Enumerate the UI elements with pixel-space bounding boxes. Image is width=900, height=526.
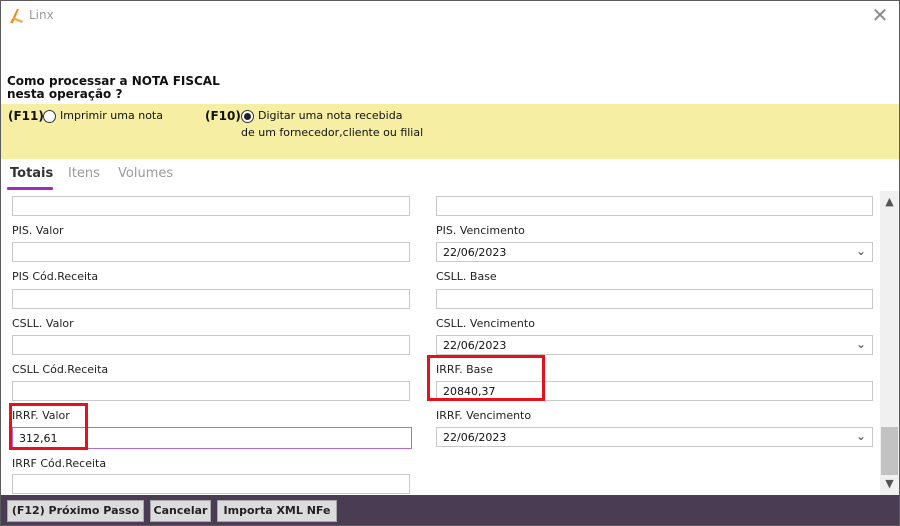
chevron-down-icon: ⌄ (855, 337, 866, 351)
import-xml-button[interactable]: Importa XML NFe (217, 500, 337, 522)
receive-option-key: (F10) (205, 109, 241, 123)
scroll-up-icon[interactable]: ▲ (880, 195, 899, 211)
top-right-field[interactable] (436, 196, 873, 216)
pis-valor-label: PIS. Valor (12, 224, 64, 237)
title-bar: Linx ✕ (1, 1, 899, 31)
window-title: Linx (29, 8, 54, 22)
csll-base-label: CSLL. Base (436, 270, 497, 283)
pis-vencimento-value: 22/06/2023 (443, 246, 507, 259)
tab-itens[interactable]: Itens (68, 166, 100, 181)
pis-vencimento-select[interactable]: 22/06/2023 ⌄ (436, 242, 873, 262)
irrf-vencimento-select[interactable]: 22/06/2023 ⌄ (436, 427, 873, 447)
irrf-vencimento-value: 22/06/2023 (443, 431, 507, 444)
pis-vencimento-label: PIS. Vencimento (436, 224, 525, 237)
print-option-label[interactable]: Imprimir uma nota (60, 108, 163, 124)
irrf-valor-highlight (9, 403, 88, 450)
csll-vencimento-select[interactable]: 22/06/2023 ⌄ (436, 335, 873, 355)
csll-valor-field[interactable] (12, 335, 410, 355)
receive-option-label-1[interactable]: Digitar uma nota recebida (258, 108, 402, 124)
form-scrollbar[interactable]: ▲ ▼ (880, 191, 899, 495)
linx-logo-icon (10, 9, 23, 23)
print-option-key: (F11) (8, 109, 44, 123)
print-option-radio[interactable] (43, 110, 56, 123)
linx-window: Linx ✕ Como processar a NOTA FISCAL nest… (0, 0, 900, 526)
chevron-down-icon: ⌄ (855, 244, 866, 258)
pis-valor-field[interactable] (12, 242, 410, 262)
processing-options: (F11) Imprimir uma nota (F10) Digitar um… (1, 104, 899, 159)
irrf-vencimento-label: IRRF. Vencimento (436, 409, 532, 422)
receive-option-label-2[interactable]: de um fornecedor,cliente ou filial (241, 125, 423, 141)
footer-bar: (F12) Próximo Passo Cancelar Importa XML… (1, 495, 899, 525)
irrf-cod-receita-field[interactable] (12, 474, 410, 494)
irrf-cod-receita-label: IRRF Cód.Receita (12, 457, 107, 470)
csll-valor-label: CSLL. Valor (12, 317, 74, 330)
csll-vencimento-value: 22/06/2023 (443, 339, 507, 352)
operation-question: Como processar a NOTA FISCAL nesta opera… (7, 75, 220, 101)
irrf-base-highlight (427, 355, 545, 401)
top-left-field[interactable] (12, 196, 410, 216)
chevron-down-icon: ⌄ (855, 429, 866, 443)
pis-cod-receita-label: PIS Cód.Receita (12, 270, 99, 283)
tab-bar: Totais Itens Volumes (1, 159, 899, 191)
csll-vencimento-label: CSLL. Vencimento (436, 317, 535, 330)
scroll-down-icon[interactable]: ▼ (880, 477, 899, 493)
tab-volumes[interactable]: Volumes (118, 166, 173, 181)
active-tab-indicator (7, 187, 53, 190)
cancel-button[interactable]: Cancelar (150, 500, 211, 522)
next-step-button[interactable]: (F12) Próximo Passo (7, 500, 144, 522)
scroll-thumb[interactable] (881, 427, 898, 475)
tab-totais[interactable]: Totais (10, 166, 53, 181)
pis-cod-receita-field[interactable] (12, 289, 410, 309)
csll-cod-receita-field[interactable] (12, 381, 410, 401)
csll-base-field[interactable] (436, 289, 873, 309)
receive-option-radio[interactable] (241, 110, 254, 123)
csll-cod-receita-label: CSLL Cód.Receita (12, 363, 109, 376)
question-line-2: nesta operação ? (7, 87, 123, 101)
close-icon[interactable]: ✕ (867, 5, 893, 27)
